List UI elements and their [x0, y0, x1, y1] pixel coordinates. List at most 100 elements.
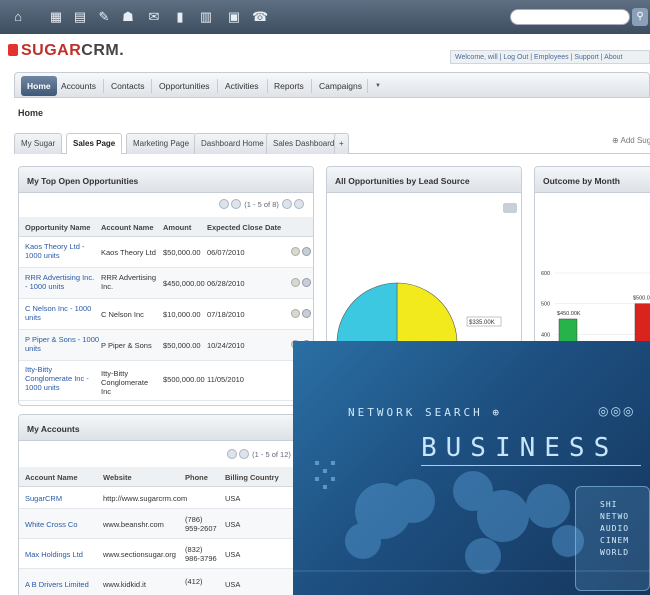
table-header: Opportunity Name Account Name Amount Exp…: [19, 217, 313, 237]
more-tabs-chevron-icon[interactable]: ▼: [375, 78, 381, 94]
remove-icon[interactable]: [302, 309, 311, 318]
user-links[interactable]: Welcome, will | Log Out | Employees | Su…: [450, 50, 650, 64]
edit-icon[interactable]: [291, 247, 300, 256]
search-globe-icon: ⊕: [492, 406, 502, 419]
account-name: P Piper & Sons: [101, 341, 152, 350]
billing-country: USA: [225, 550, 241, 559]
y-tick-label: 600: [541, 271, 550, 277]
col-website[interactable]: Website: [103, 473, 132, 482]
outcome-dashlet: Outcome by Month 300400500600$450.00K$50…: [534, 166, 650, 366]
circle-icon: ◎◎◎: [598, 404, 636, 418]
account-name: Itty-Bitty Conglomerate Inc: [101, 369, 149, 396]
col-close-date[interactable]: Expected Close Date: [207, 223, 281, 232]
close-date: 06/07/2010: [207, 248, 245, 257]
tab-dashboard-home[interactable]: Dashboard Home: [194, 133, 271, 154]
tab-reports[interactable]: Reports: [274, 78, 304, 94]
table-row: RRR Advertising Inc. - 1000 units RRR Ad…: [19, 268, 313, 299]
next-page-button[interactable]: [282, 199, 292, 209]
phone-icon[interactable]: ☎: [252, 9, 268, 25]
account-name: RRR Advertising Inc.: [101, 273, 157, 291]
home-icon[interactable]: ⌂: [10, 9, 26, 25]
account-link[interactable]: SugarCRM: [25, 494, 62, 503]
tab-campaigns[interactable]: Campaigns: [319, 78, 362, 94]
opportunity-link[interactable]: RRR Advertising Inc. - 1000 units: [25, 273, 97, 291]
opportunity-link[interactable]: P Piper & Sons - 1000 units: [25, 335, 101, 353]
trash-icon[interactable]: ▣: [226, 9, 242, 25]
table-row: White Cross Co www.beanshr.com (786) 959…: [19, 509, 313, 539]
nav-divider: [217, 79, 218, 93]
tile-label: WORLD: [600, 548, 630, 557]
tab-home[interactable]: Home: [21, 76, 57, 96]
y-tick-label: 500: [541, 302, 550, 308]
banner-subtitle: NETWORK SEARCH ⊕: [348, 406, 502, 419]
tile-label: SHI: [600, 500, 618, 509]
phone: (786) 959-2607: [185, 515, 217, 533]
tab-accounts[interactable]: Accounts: [61, 78, 96, 94]
bar-data-label: $500.00K: [633, 296, 650, 302]
remove-icon[interactable]: [302, 247, 311, 256]
first-page-button[interactable]: [219, 199, 230, 209]
pagination-count: (1 - 5 of 12): [252, 450, 291, 459]
table-row: Kaos Theory Ltd - 1000 units Kaos Theory…: [19, 237, 313, 268]
nav-divider: [151, 79, 152, 93]
first-page-button[interactable]: [227, 449, 238, 459]
website: www.kidkid.it: [103, 580, 146, 589]
amount: $500,000.00: [163, 375, 205, 384]
close-date: 11/05/2010: [207, 375, 244, 384]
banner-subtitle-text: NETWORK SEARCH: [348, 406, 483, 419]
contacts-icon[interactable]: ▤: [72, 9, 88, 25]
prev-page-button[interactable]: [239, 449, 250, 459]
table-row: P Piper & Sons - 1000 units P Piper & So…: [19, 330, 313, 361]
page-title: Home: [18, 108, 44, 118]
dashlet-title: My Top Open Opportunities: [19, 167, 313, 193]
tab-activities[interactable]: Activities: [225, 78, 259, 94]
dashboard-tabs: My Sugar Sales Page Marketing Page Dashb…: [14, 130, 650, 154]
add-tab-button[interactable]: +: [334, 133, 349, 154]
nav-divider: [367, 79, 368, 93]
tab-sales-page[interactable]: Sales Page: [66, 133, 123, 154]
tab-contacts[interactable]: Contacts: [111, 78, 145, 94]
website: www.beanshr.com: [103, 520, 164, 529]
business-banner: NETWORK SEARCH ⊕ BUSINESS ◎◎◎ SHI NETWO …: [293, 341, 650, 595]
account-link[interactable]: White Cross Co: [25, 520, 78, 529]
tab-marketing-page[interactable]: Marketing Page: [126, 133, 197, 154]
edit-icon[interactable]: [291, 278, 300, 287]
nav-divider: [267, 79, 268, 93]
col-opportunity-name[interactable]: Opportunity Name: [25, 223, 90, 232]
account-link[interactable]: Max Holdings Ltd: [25, 550, 83, 559]
opportunities-dashlet: My Top Open Opportunities (1 - 5 of 8) O…: [18, 166, 314, 406]
document-icon[interactable]: ▮: [172, 9, 188, 25]
remove-icon[interactable]: [302, 278, 311, 287]
prev-page-button[interactable]: [231, 199, 242, 209]
tab-opportunities[interactable]: Opportunities: [159, 78, 210, 94]
accounts-dashlet: My Accounts (1 - 5 of 12) Account Name W…: [18, 414, 314, 595]
account-link[interactable]: A B Drivers Limited: [25, 580, 89, 589]
bar-data-label: $450.00K: [557, 311, 581, 317]
amount: $450,000.00: [163, 279, 205, 288]
close-date: 07/18/2010: [207, 310, 245, 319]
sugarcrm-logo[interactable]: SUGARCRM.: [8, 42, 124, 60]
billing-country: USA: [225, 494, 241, 503]
col-account-name[interactable]: Account Name: [101, 223, 154, 232]
opportunity-link[interactable]: Kaos Theory Ltd - 1000 units: [25, 242, 97, 260]
opportunity-link[interactable]: C Nelson Inc - 1000 units: [25, 304, 97, 322]
col-billing-country[interactable]: Billing Country: [225, 473, 279, 482]
calendar-icon[interactable]: ▦: [48, 9, 64, 25]
search-input[interactable]: [510, 9, 630, 25]
last-page-button[interactable]: [294, 199, 304, 209]
attachment-icon[interactable]: ✎: [96, 9, 112, 25]
pie-data-label: $335.00K: [469, 320, 495, 326]
opportunity-link[interactable]: Itty-Bitty Conglomerate Inc - 1000 units: [25, 365, 95, 392]
tab-sales-dashboard[interactable]: Sales Dashboard: [266, 133, 342, 154]
mail-icon[interactable]: ✉: [146, 9, 162, 25]
col-account-name[interactable]: Account Name: [25, 473, 78, 482]
report-icon[interactable]: ▥: [198, 9, 214, 25]
add-sugar-button[interactable]: ⊕ Add Sug: [612, 136, 650, 145]
edit-icon[interactable]: [291, 309, 300, 318]
col-phone[interactable]: Phone: [185, 473, 208, 482]
amount: $50,000.00: [163, 248, 201, 257]
tab-my-sugar[interactable]: My Sugar: [14, 133, 63, 154]
search-button[interactable]: ⚲: [632, 8, 648, 26]
col-amount[interactable]: Amount: [163, 223, 191, 232]
users-icon[interactable]: ☗: [120, 9, 136, 25]
